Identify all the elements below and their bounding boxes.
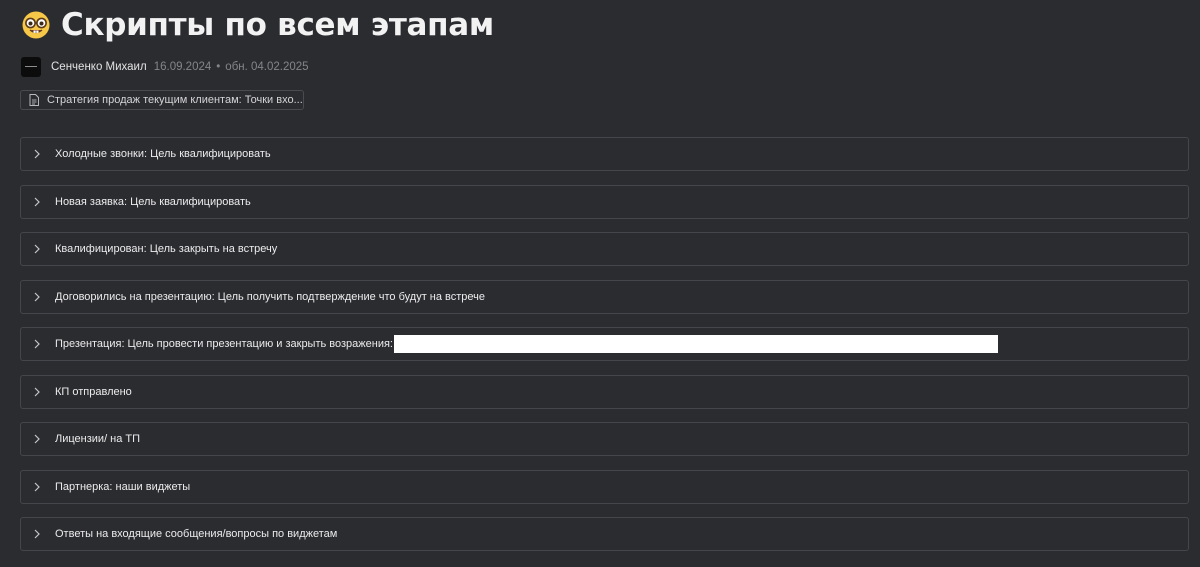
toggle-block-incoming-messages[interactable]: Ответы на входящие сообщения/вопросы по … [20,517,1189,551]
chevron-right-icon[interactable] [33,529,41,539]
linked-page-title: Стратегия продаж текущим клиентам: Точки… [47,94,303,106]
chevron-right-icon[interactable] [33,434,41,444]
chevron-right-icon[interactable] [33,292,41,302]
chevron-right-icon[interactable] [33,244,41,254]
chevron-right-icon[interactable] [33,197,41,207]
redacted-text-block [394,335,998,353]
toggle-block-licenses[interactable]: Лицензии/ на ТП [20,422,1189,456]
page-meta: Сенченко Михаил 16.09.2024 • обн. 04.02.… [21,57,309,77]
toggle-block-new-request[interactable]: Новая заявка: Цель квалифицировать [20,184,1189,219]
toggle-block-presentation-agreed[interactable]: Договорились на презентацию: Цель получи… [20,279,1189,314]
created-date: 16.09.2024 [153,61,212,73]
author-name[interactable]: Сенченко Михаил [51,61,147,73]
page-header: Скрипты по всем этапам [21,3,494,47]
chevron-right-icon[interactable] [33,339,41,349]
toggle-label: Новая заявка: Цель квалифицировать [55,195,251,208]
linked-page-chip[interactable]: Стратегия продаж текущим клиентам: Точки… [20,90,304,110]
chevron-right-icon[interactable] [33,387,41,397]
toggle-label: Презентация: Цель провести презентацию и… [55,338,393,350]
toggle-label: Квалифицирован: Цель закрыть на встречу [55,243,278,255]
meta-separator: • [216,61,221,73]
toggle-block-proposal-sent[interactable]: КП отправлено [20,374,1189,409]
toggle-block-presentation[interactable]: Презентация: Цель провести презентацию и… [20,327,1189,361]
toggle-block-qualified[interactable]: Квалифицирован: Цель закрыть на встречу [20,232,1189,266]
document-icon [29,94,39,106]
chevron-right-icon[interactable] [33,482,41,492]
updated-date: обн. 04.02.2025 [225,61,309,73]
avatar[interactable] [21,57,41,77]
chevron-right-icon[interactable] [33,149,41,159]
toggle-block-cold-calls[interactable]: Холодные звонки: Цель квалифицировать [20,137,1189,171]
toggle-label: Ответы на входящие сообщения/вопросы по … [55,528,338,540]
toggle-label: Партнерка: наши виджеты [55,480,191,493]
toggle-block-partner-widgets[interactable]: Партнерка: наши виджеты [20,469,1189,504]
toggle-label: Договорились на презентацию: Цель получи… [55,290,486,303]
page-title: Скрипты по всем этапам [61,7,494,43]
toggle-label: Лицензии/ на ТП [55,433,141,445]
page: Скрипты по всем этапам Сенченко Михаил 1… [0,0,1200,567]
toggle-label: Холодные звонки: Цель квалифицировать [55,148,271,160]
toggle-label: КП отправлено [55,385,132,398]
nerd-face-icon[interactable] [21,10,51,40]
toggle-list: Холодные звонки: Цель квалифицировать Но… [20,137,1189,565]
